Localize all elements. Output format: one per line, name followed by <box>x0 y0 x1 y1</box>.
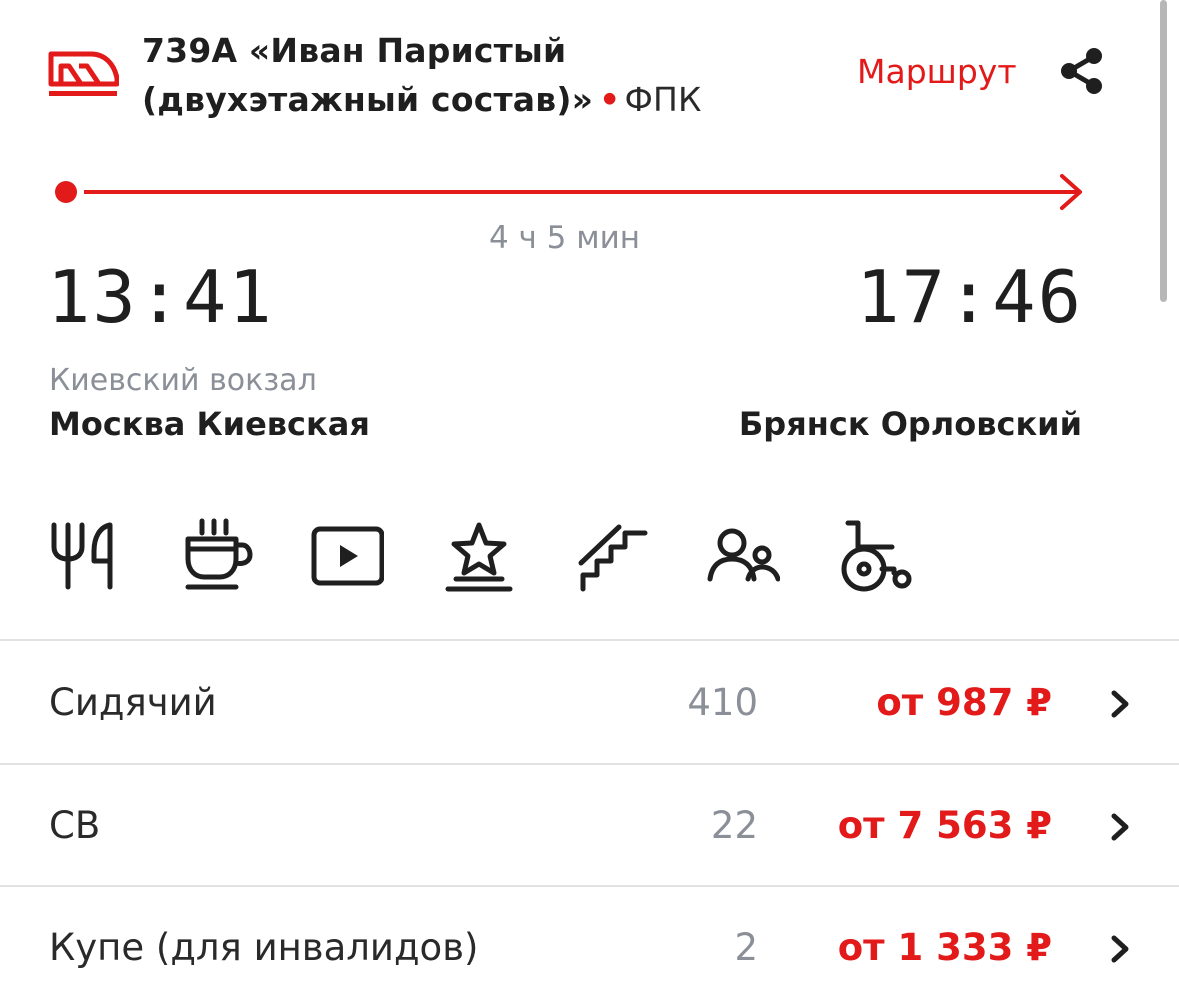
seats-count: 2 <box>734 926 758 969</box>
seats-count: 22 <box>710 804 758 847</box>
restaurant-icon[interactable] <box>46 517 120 597</box>
price-from: от 1 333 ₽ <box>837 926 1052 969</box>
brand-star-icon[interactable] <box>442 517 516 597</box>
car-class-name: Сидячий <box>49 681 217 724</box>
multimedia-icon[interactable] <box>310 517 384 597</box>
arrival-station: Брянск Орловский <box>738 405 1082 443</box>
list-item[interactable]: Купе (для инвалидов) 2 от 1 333 ₽ <box>0 888 1179 1008</box>
price-from: от 7 563 ₽ <box>837 804 1052 847</box>
chevron-right-icon <box>1111 690 1129 718</box>
divider <box>0 763 1179 765</box>
carrier-name: ФПК <box>624 80 702 119</box>
start-dot-icon <box>55 181 77 203</box>
departure-time: 13:41 <box>47 255 274 339</box>
route-track <box>55 174 1082 210</box>
share-icon[interactable] <box>1055 45 1107 97</box>
scrollbar[interactable] <box>1160 0 1167 302</box>
double-deck-stairs-icon[interactable] <box>575 517 649 597</box>
departure-station: Москва Киевская <box>49 405 370 443</box>
rzd-train-logo-icon <box>48 51 119 96</box>
separator-dot: • <box>599 80 621 119</box>
family-icon[interactable] <box>706 517 780 597</box>
hot-drinks-icon[interactable] <box>180 517 254 597</box>
car-class-name: Купе (для инвалидов) <box>49 926 479 969</box>
train-title: 739А «Иван Паристый (двухэтажный состав)… <box>142 31 594 119</box>
route-link[interactable]: Маршрут <box>857 52 1017 91</box>
list-item[interactable]: СВ 22 от 7 563 ₽ <box>0 766 1179 886</box>
wheelchair-icon[interactable] <box>838 517 912 597</box>
arrival-time: 17:46 <box>856 255 1083 339</box>
divider <box>0 885 1179 887</box>
divider <box>0 639 1179 641</box>
price-from: от 987 ₽ <box>876 681 1052 724</box>
chevron-right-icon <box>1111 935 1129 963</box>
departure-station-sub: Киевский вокзал <box>49 363 317 398</box>
car-class-name: СВ <box>49 804 101 847</box>
trip-duration: 4 ч 5 мин <box>488 220 641 256</box>
list-item[interactable]: Сидячий 410 от 987 ₽ <box>0 643 1179 763</box>
seats-count: 410 <box>687 681 758 724</box>
train-title-block: 739А «Иван Паристый (двухэтажный состав)… <box>142 26 842 124</box>
chevron-right-icon <box>1111 813 1129 841</box>
